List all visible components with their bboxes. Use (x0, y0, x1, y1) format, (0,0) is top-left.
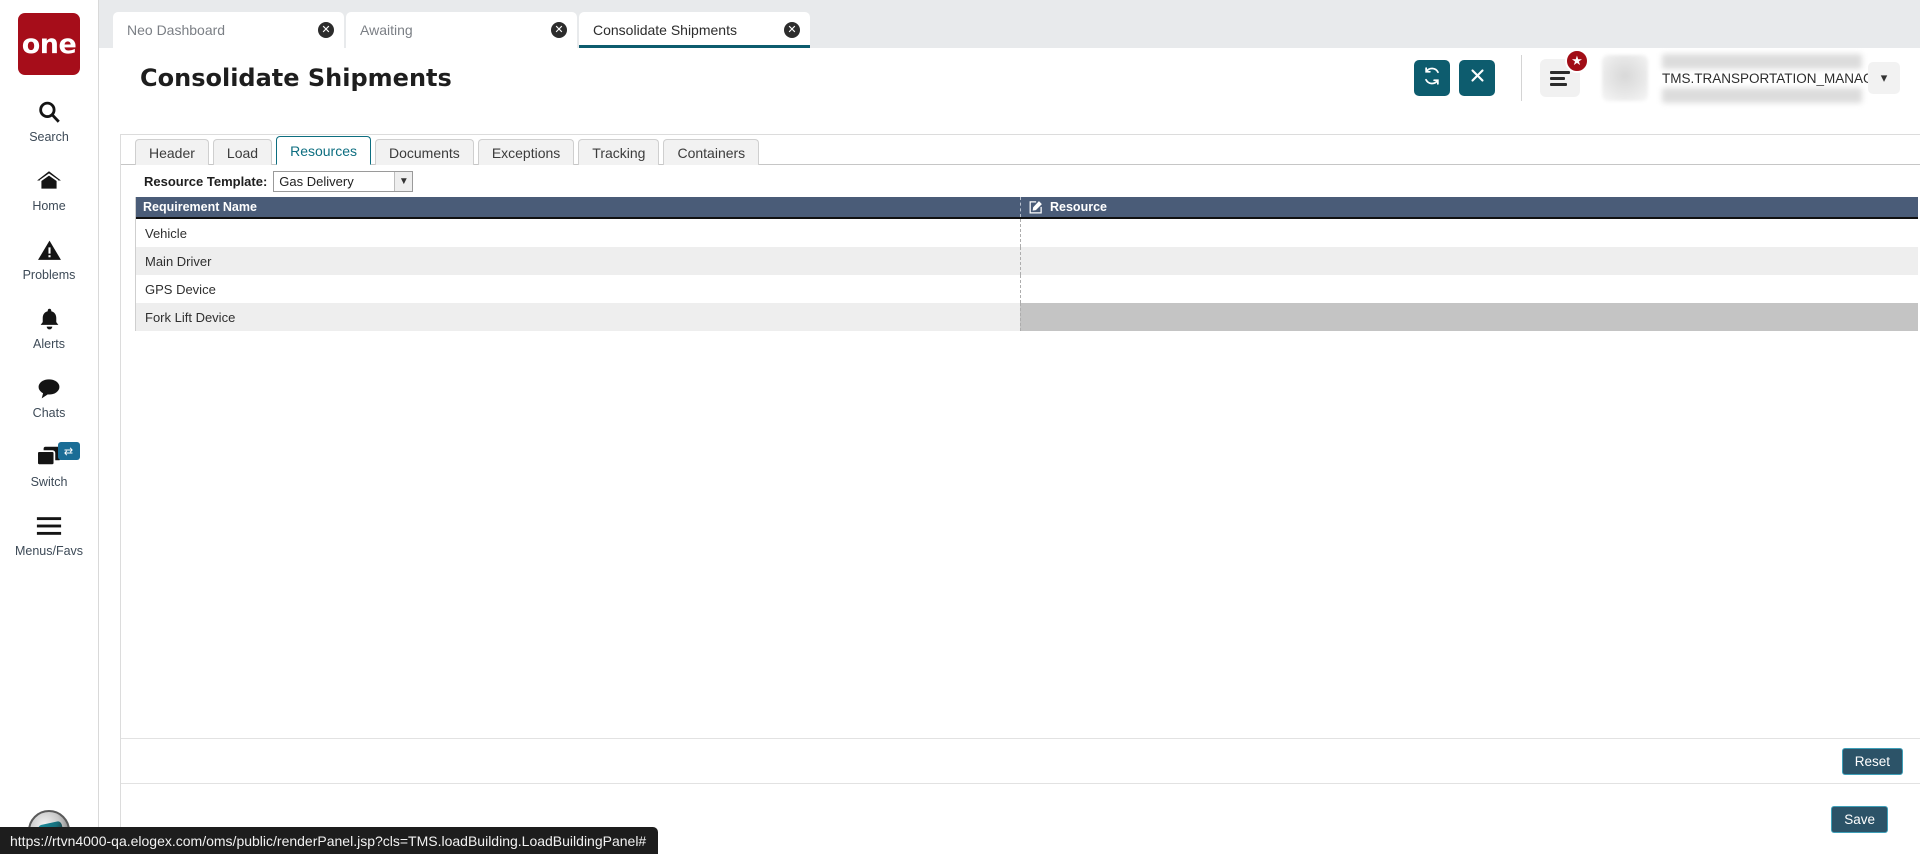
resource-template-row: Resource Template: Gas Delivery ▼ (121, 165, 1920, 197)
close-x-icon (1470, 68, 1485, 88)
sidebar-item-menus-favs[interactable]: Menus/Favs (0, 511, 99, 558)
swap-arrows-icon[interactable]: ⇄ (58, 442, 80, 460)
avatar[interactable] (1602, 55, 1648, 101)
browser-tab-strip: Neo Dashboard ✕ Awaiting ✕ Consolidate S… (99, 0, 1920, 48)
resource-template-value: Gas Delivery (279, 174, 353, 189)
warning-triangle-icon (36, 235, 63, 265)
star-icon: ★ (1565, 49, 1589, 73)
sidebar-item-switch[interactable]: ⇄ Switch (0, 442, 99, 489)
resource-template-label: Resource Template: (144, 174, 267, 189)
column-header-label: Resource (1050, 200, 1107, 214)
close-circle-icon[interactable]: ✕ (784, 22, 800, 38)
tab-label: Tracking (592, 145, 645, 161)
tab-label: Containers (677, 145, 745, 161)
table-row[interactable]: GPS Device (136, 275, 1918, 303)
tab-load[interactable]: Load (213, 139, 272, 165)
tab-label: Load (227, 145, 258, 161)
browser-tab-consolidate-shipments[interactable]: Consolidate Shipments ✕ (579, 12, 810, 48)
tab-exceptions[interactable]: Exceptions (478, 139, 574, 165)
reset-bar: Reset (121, 738, 1920, 783)
sidebar-item-chats[interactable]: Chats (0, 373, 99, 420)
chevron-down-icon: ▾ (1881, 70, 1888, 86)
sidebar-label-problems: Problems (23, 268, 76, 282)
tab-label: Header (149, 145, 195, 161)
search-icon (36, 97, 62, 127)
refresh-button[interactable] (1414, 60, 1450, 96)
inner-tab-bar: Header Load Resources Documents Exceptio… (121, 135, 1920, 165)
reset-button[interactable]: Reset (1842, 748, 1903, 775)
browser-tab-label: Neo Dashboard (127, 22, 312, 38)
tab-label: Resources (290, 143, 357, 159)
edit-pencil-icon (1028, 200, 1043, 215)
hamburger-menu-icon (1550, 68, 1570, 89)
page-title: Consolidate Shipments (140, 64, 452, 92)
chevron-down-icon[interactable]: ▼ (394, 172, 412, 191)
header-actions: ★ TMS.TRANSPORTATION_MANAGER ▾ (1405, 54, 1920, 103)
sidebar-label-search: Search (29, 130, 69, 144)
hamburger-icon (35, 511, 63, 541)
main-panel: Header Load Resources Documents Exceptio… (120, 134, 1920, 854)
tab-tracking[interactable]: Tracking (578, 139, 659, 165)
cell-requirement-name: GPS Device (136, 282, 1020, 297)
page-header: Consolidate Shipments ★ (120, 48, 1920, 108)
cell-requirement-name: Fork Lift Device (136, 310, 1020, 325)
resource-template-select[interactable]: Gas Delivery ▼ (273, 171, 413, 192)
home-icon (35, 166, 63, 196)
cell-resource[interactable] (1020, 275, 1918, 303)
brand-logo-text: one (22, 29, 77, 60)
cell-resource-selected[interactable] (1020, 303, 1918, 331)
sidebar-label-alerts: Alerts (33, 337, 65, 351)
user-menu-button[interactable]: ▾ (1868, 62, 1900, 94)
menu-favorites-button[interactable]: ★ (1540, 59, 1580, 97)
user-info-block[interactable]: TMS.TRANSPORTATION_MANAGER (1662, 54, 1862, 103)
sidebar-item-home[interactable]: Home (0, 166, 99, 213)
sidebar-label-chats: Chats (33, 406, 66, 420)
close-panel-button[interactable] (1459, 60, 1495, 96)
brand-logo[interactable]: one (18, 13, 80, 75)
column-header-requirement-name[interactable]: Requirement Name (136, 197, 1020, 217)
cell-requirement-name: Main Driver (136, 254, 1020, 269)
browser-tab-neo-dashboard[interactable]: Neo Dashboard ✕ (113, 12, 344, 48)
tab-resources[interactable]: Resources (276, 136, 371, 165)
browser-tab-awaiting[interactable]: Awaiting ✕ (346, 12, 577, 48)
tab-header[interactable]: Header (135, 139, 209, 165)
cell-resource[interactable] (1020, 247, 1918, 275)
save-button[interactable]: Save (1831, 806, 1888, 833)
status-bar-url: https://rtvn4000-qa.elogex.com/oms/publi… (0, 827, 658, 854)
table-row[interactable]: Fork Lift Device (136, 303, 1918, 331)
left-rail: one Search Home Problems (0, 0, 99, 854)
sidebar-item-problems[interactable]: Problems (0, 235, 99, 282)
sidebar-label-home: Home (32, 199, 65, 213)
user-org-redacted (1662, 88, 1862, 103)
browser-tab-label: Consolidate Shipments (593, 22, 778, 38)
cell-resource[interactable] (1020, 219, 1918, 247)
sidebar-item-search[interactable]: Search (0, 97, 99, 144)
table-row[interactable]: Vehicle (136, 219, 1918, 247)
tab-label: Exceptions (492, 145, 560, 161)
bell-icon (37, 304, 62, 334)
cell-requirement-name: Vehicle (136, 226, 1020, 241)
user-name-redacted (1662, 54, 1862, 69)
sidebar-label-menus-favs: Menus/Favs (15, 544, 83, 558)
header-divider (1521, 55, 1522, 101)
browser-tab-label: Awaiting (360, 22, 545, 38)
tab-containers[interactable]: Containers (663, 139, 759, 165)
refresh-icon (1423, 67, 1441, 90)
tab-documents[interactable]: Documents (375, 139, 474, 165)
chat-bubble-icon (35, 373, 63, 403)
close-circle-icon[interactable]: ✕ (551, 22, 567, 38)
table-row[interactable]: Main Driver (136, 247, 1918, 275)
sidebar-label-switch: Switch (31, 475, 68, 489)
sidebar-item-alerts[interactable]: Alerts (0, 304, 99, 351)
column-header-label: Requirement Name (143, 200, 257, 214)
column-header-resource[interactable]: Resource (1020, 197, 1918, 217)
grid-header-row: Requirement Name Resource (136, 197, 1918, 219)
user-role-label: TMS.TRANSPORTATION_MANAGER (1662, 69, 1862, 88)
resources-grid: Requirement Name Resource Vehicle Main D… (135, 197, 1918, 331)
close-circle-icon[interactable]: ✕ (318, 22, 334, 38)
tab-label: Documents (389, 145, 460, 161)
